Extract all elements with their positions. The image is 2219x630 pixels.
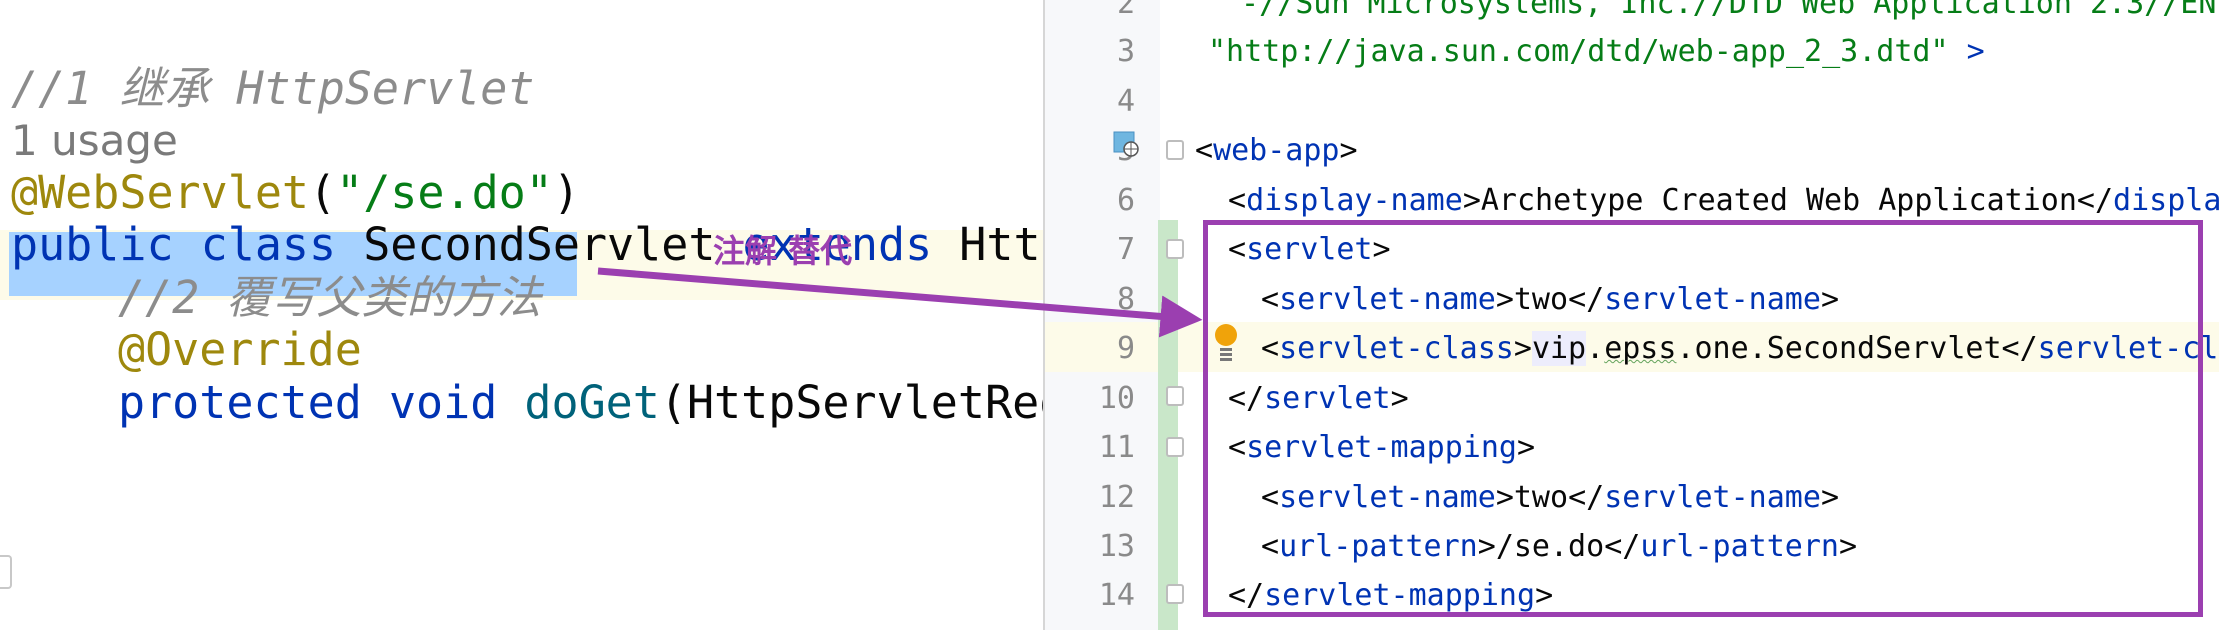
bracket: > bbox=[1339, 133, 1358, 168]
annotation-label: 注解 替代 bbox=[713, 232, 853, 270]
vcs-change-marker[interactable] bbox=[1158, 220, 1178, 630]
usage-hint[interactable]: 1 usage bbox=[11, 120, 178, 162]
line-number: 6 bbox=[1116, 183, 1135, 218]
annotation-line[interactable]: @WebServlet("/se.do") bbox=[11, 170, 580, 215]
line-number: 10 bbox=[1098, 381, 1135, 416]
keyword-void: void bbox=[388, 376, 498, 429]
annotation-name: @WebServlet bbox=[11, 166, 310, 219]
annotation-string: "/se.do" bbox=[336, 166, 553, 219]
override-annotation: @Override bbox=[118, 323, 362, 376]
display-name-line: <display-name>Archetype Created Web Appl… bbox=[1228, 183, 2219, 218]
web-module-icon[interactable] bbox=[1113, 131, 1139, 157]
superclass-name: Http bbox=[959, 218, 1045, 271]
doctype-close: > bbox=[1948, 34, 1985, 69]
tag-name: display-name bbox=[2113, 183, 2219, 218]
line-number: 3 bbox=[1116, 34, 1135, 69]
java-editor-pane[interactable]: //1 继承 HttpServlet 1 usage @WebServlet("… bbox=[0, 0, 1045, 630]
fold-marker-icon[interactable] bbox=[0, 555, 12, 589]
class-declaration-line[interactable]: public class SecondServlet extends Http bbox=[11, 222, 1045, 267]
class-name: SecondServlet bbox=[363, 218, 716, 271]
line-number: 7 bbox=[1116, 232, 1135, 267]
line-number: 12 bbox=[1098, 480, 1135, 515]
line-number: 4 bbox=[1116, 84, 1135, 119]
paren-close: ) bbox=[552, 166, 580, 219]
tag-name: web-app bbox=[1213, 133, 1340, 168]
fold-marker-icon[interactable] bbox=[1166, 584, 1184, 604]
line-number: 11 bbox=[1098, 430, 1135, 465]
line-number: 2 bbox=[1116, 0, 1135, 21]
method-declaration-line[interactable]: protected void doGet(HttpServletReq bbox=[118, 380, 1045, 425]
keyword-class: class bbox=[200, 218, 337, 271]
fold-marker-icon[interactable] bbox=[1166, 386, 1184, 406]
highlight-box bbox=[1203, 220, 2203, 617]
web-app-open-tag: <web-app> bbox=[1195, 133, 1358, 168]
display-name-text: Archetype Created Web Application bbox=[1480, 183, 2077, 218]
line-number: 8 bbox=[1116, 282, 1135, 317]
line-number: 9 bbox=[1116, 331, 1135, 366]
fold-marker-icon[interactable] bbox=[1166, 437, 1184, 457]
comment-line-2: //2 覆写父类的方法 bbox=[118, 271, 542, 324]
bracket: < bbox=[1195, 133, 1214, 168]
paren-open: ( bbox=[309, 166, 337, 219]
keyword-protected: protected bbox=[118, 376, 362, 429]
method-name: doGet bbox=[524, 376, 660, 429]
line-number: 14 bbox=[1098, 578, 1135, 613]
fold-marker-icon[interactable] bbox=[1166, 140, 1184, 160]
method-params: (HttpServletReq bbox=[659, 376, 1045, 429]
fold-marker-icon[interactable] bbox=[1166, 239, 1184, 259]
doctype-line: "-//Sun Microsystems, Inc.//DTD Web Appl… bbox=[1223, 0, 2219, 21]
keyword-public: public bbox=[11, 218, 174, 271]
comment-line-1: //1 继承 HttpServlet bbox=[11, 62, 535, 115]
doctype-uri-line: "http://java.sun.com/dtd/web-app_2_3.dtd… bbox=[1208, 34, 1985, 69]
dtd-uri-string: "http://java.sun.com/dtd/web-app_2_3.dtd… bbox=[1208, 34, 1949, 69]
line-number: 13 bbox=[1098, 529, 1135, 564]
tag-name: display-name bbox=[1246, 183, 1463, 218]
